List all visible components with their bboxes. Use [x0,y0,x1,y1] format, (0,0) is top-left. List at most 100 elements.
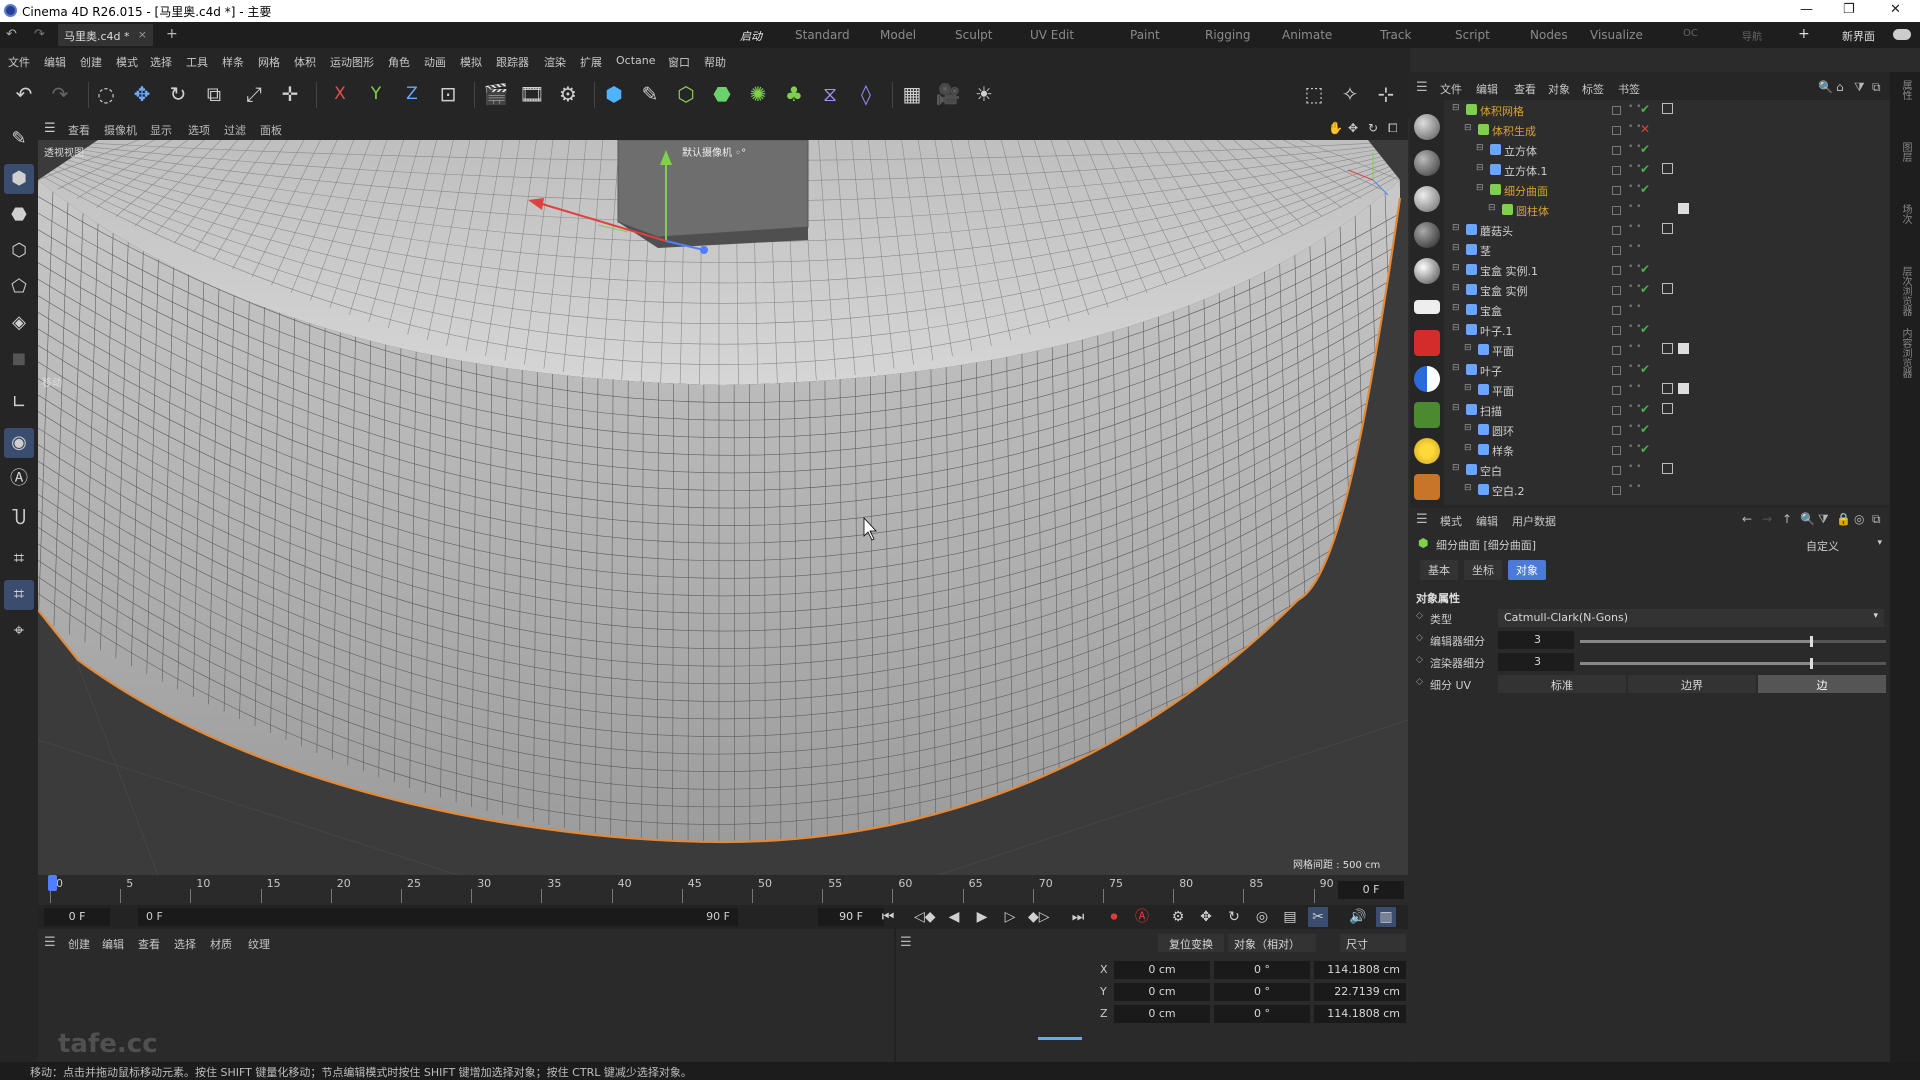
editor-render-dots[interactable]: • • [1628,243,1641,252]
editor-render-dots[interactable]: • • [1628,223,1641,232]
keyframe-diamond-icon[interactable]: ◇ [1416,633,1423,643]
side-tab-3[interactable]: 层次浏览器 [1898,266,1913,316]
coordinate-system-icon[interactable]: ⊡ [434,80,462,108]
key-scale-icon[interactable]: ◎ [1252,907,1272,927]
goto-end-icon[interactable]: ⏭ [1068,907,1088,927]
enable-check-icon[interactable]: ✔ [1640,162,1650,176]
subdivision-icon[interactable]: ⬡ [672,80,700,108]
floor-icon[interactable]: ▦ [898,80,926,108]
add-layout-icon[interactable]: + [1798,26,1810,42]
menu-item-9[interactable]: 运动图形 [330,54,374,70]
list-item[interactable]: ⊟ 空白.2 • • [1444,480,1890,500]
enable-check-icon[interactable]: ✔ [1640,262,1650,276]
enable-check-icon[interactable]: ✔ [1640,362,1650,376]
menu-item-5[interactable]: 工具 [186,54,208,70]
render-settings-icon[interactable]: ⚙ [554,80,582,108]
back-arrow-icon[interactable]: ← [1742,512,1752,526]
z-axis-lock-button[interactable]: Z [398,80,426,108]
expand-toggle-icon[interactable]: ⊟ [1452,463,1460,473]
tag-icon[interactable] [1662,383,1673,394]
object-name[interactable]: 蘑菇头 [1480,223,1513,239]
object-name[interactable]: 叶子.1 [1480,323,1513,339]
material-menu-item-1[interactable]: 编辑 [102,936,124,952]
material-tag-icon[interactable] [1678,343,1689,354]
expand-toggle-icon[interactable]: ⊟ [1476,143,1484,153]
material-menu-item-0[interactable]: 创建 [68,936,90,952]
layout-tab-1[interactable]: Standard [795,28,850,42]
list-item[interactable]: ⊟ 空白 • • [1444,460,1890,480]
material-menu-item-4[interactable]: 材质 [210,936,232,952]
list-item[interactable]: ⊟ 样条 • • ✔ [1444,440,1890,460]
visibility-toggle[interactable] [1612,366,1621,375]
hamburger-menu-icon[interactable]: ☰ [44,121,56,136]
quantize-icon[interactable]: ⊹ [1372,80,1400,108]
visibility-toggle[interactable] [1612,386,1621,395]
editor-render-dots[interactable]: • • [1628,303,1641,312]
list-item[interactable]: ⊟ 圆环 • • ✔ [1444,420,1890,440]
object-name[interactable]: 空白 [1480,463,1502,479]
object-menu-item-0[interactable]: 文件 [1440,81,1462,97]
object-name[interactable]: 细分曲面 [1504,183,1548,199]
object-name[interactable]: 体积生成 [1492,123,1536,139]
editor-render-dots[interactable]: • • [1628,343,1641,352]
list-item[interactable]: ⊟ 叶子 • • ✔ [1444,360,1890,380]
maximize-button[interactable]: ❐ [1843,2,1855,17]
expand-toggle-icon[interactable]: ⊟ [1464,443,1472,453]
menu-item-18[interactable]: 帮助 [704,54,726,70]
wood-texture-icon[interactable] [1414,474,1440,500]
visibility-toggle[interactable] [1612,426,1621,435]
fps-icon[interactable]: ▥ [1376,907,1396,927]
deformer-icon[interactable]: ⧖ [816,80,844,108]
menu-item-6[interactable]: 样条 [222,54,244,70]
cube-object-icon[interactable]: ⬢ [600,80,628,108]
enable-check-icon[interactable]: ✔ [1640,182,1650,196]
magnet-icon[interactable]: Ⴎ [4,504,34,534]
object-name[interactable]: 立方体 [1504,143,1537,159]
slider-knob[interactable] [1809,636,1813,647]
keyframe-selection-icon[interactable]: ⚙ [1168,907,1188,927]
record-button[interactable]: ⏺ [1104,907,1124,927]
tag-icon[interactable] [1662,223,1673,234]
key-param-icon[interactable]: ▤ [1280,907,1300,927]
expand-toggle-icon[interactable]: ⊟ [1452,303,1460,313]
list-item[interactable]: ⊟ 平面 • • [1444,340,1890,360]
list-item[interactable]: ⊟ 宝盒 实例 • • ✔ [1444,280,1890,300]
list-item[interactable]: ⊟ 平面 • • [1444,380,1890,400]
tag-icon[interactable] [1662,283,1673,294]
expand-toggle-icon[interactable]: ⊟ [1452,363,1460,373]
menu-item-17[interactable]: 窗口 [668,54,690,70]
menu-item-4[interactable]: 选择 [150,54,172,70]
guide-icon[interactable]: ⌖ [4,616,34,646]
redo-view-icon[interactable]: ↷ [34,27,45,42]
visibility-toggle[interactable] [1612,126,1621,135]
visibility-toggle[interactable] [1612,406,1621,415]
visibility-toggle[interactable] [1612,346,1621,355]
key-position-icon[interactable]: ✥ [1196,907,1216,927]
redo-icon[interactable]: ↷ [46,80,74,108]
tag-icon[interactable] [1662,463,1673,474]
side-tab-0[interactable]: 属性 [1898,80,1913,100]
type-select[interactable]: Catmull-Clark(N-Gons) ▾ [1498,609,1884,627]
material-ball-icon[interactable] [1414,186,1440,212]
camera-label[interactable]: 默认摄像机 ◦° [682,144,746,159]
keyframe-diamond-icon[interactable]: ◇ [1416,655,1423,665]
material-tag-icon[interactable] [1678,383,1689,394]
grid-snap-icon[interactable]: ⌗ [4,544,34,574]
enable-check-icon[interactable]: ✔ [1640,422,1650,436]
contrast-icon[interactable] [1414,366,1440,392]
layout-tab-6[interactable]: Rigging [1205,28,1250,42]
play-button[interactable]: ▶ [972,907,992,927]
layout-tab-2[interactable]: Model [880,28,916,42]
expand-toggle-icon[interactable]: ⊟ [1452,103,1460,113]
select-tool-icon[interactable]: ◌ [92,80,120,108]
visibility-toggle[interactable] [1612,166,1621,175]
expand-toggle-icon[interactable]: ⊟ [1452,243,1460,253]
layout-tab-8[interactable]: Track [1380,28,1411,42]
menu-item-16[interactable]: Octane [616,54,656,67]
visibility-toggle[interactable] [1612,466,1621,475]
menu-item-13[interactable]: 跟踪器 [496,54,529,70]
object-menu-item-5[interactable]: 书签 [1618,81,1640,97]
plane-material-icon[interactable] [1414,300,1440,314]
material-ball-icon[interactable] [1414,150,1440,176]
expand-toggle-icon[interactable]: ⊟ [1452,323,1460,333]
